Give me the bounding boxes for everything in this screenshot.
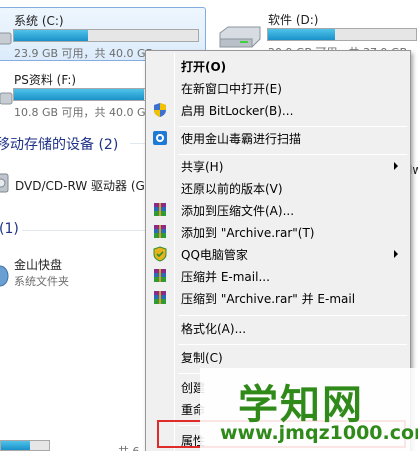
menu-item-share[interactable]: 共享(H) <box>148 155 408 177</box>
menu-separator <box>178 344 407 345</box>
hard-drive-icon <box>219 26 261 48</box>
winrar-icon <box>154 225 166 238</box>
drive-usage-fill <box>1 441 30 450</box>
menu-item-open-new-window[interactable]: 在新窗口中打开(E) <box>148 77 408 99</box>
menu-item-compress-email[interactable]: 压缩并 E-mail... <box>148 265 408 287</box>
menu-item-label: 打开(O) <box>181 60 227 74</box>
menu-item-label: 启用 BitLocker(B)... <box>181 104 294 118</box>
drive-usage-fill <box>268 29 335 40</box>
menu-item-label: 压缩到 "Archive.rar" 并 E-mail <box>181 292 356 306</box>
submenu-arrow-icon <box>394 162 398 170</box>
drive-usage-bar <box>0 440 50 451</box>
menu-item-label: 复制(C) <box>181 351 223 365</box>
menu-item-duba-scan[interactable]: 使用金山毒霸进行扫描 <box>148 127 408 149</box>
cloud-folder-icon <box>0 265 9 287</box>
drive-space: 10.8 GB 可用，共 40.0 GB <box>14 106 154 119</box>
menu-item-open[interactable]: 打开(O) <box>148 55 408 77</box>
drive-usage-bar <box>13 29 199 42</box>
section-heading-removable[interactable]: 移动存储的设备 (2) <box>0 134 118 154</box>
shield-icon <box>154 103 166 117</box>
duba-icon <box>153 131 167 145</box>
menu-item-qq-guard[interactable]: QQ电脑管家 <box>148 243 408 265</box>
menu-item-label: 共享(H) <box>181 160 224 174</box>
menu-item-label: QQ电脑管家 <box>181 248 248 262</box>
dvd-drive-label[interactable]: DVD/CD-RW 驱动器 (G <box>15 177 145 194</box>
drive-usage-fill <box>14 30 88 41</box>
section-heading-other[interactable]: (1) <box>0 221 19 237</box>
section-divider <box>22 230 146 231</box>
menu-item-bitlocker[interactable]: 启用 BitLocker(B)... <box>148 99 408 121</box>
menu-item-copy[interactable]: 复制(C) <box>148 346 408 368</box>
menu-item-label: 在新窗口中打开(E) <box>181 82 282 96</box>
menu-item-label: 还原以前的版本(V) <box>181 182 283 196</box>
dvd-drive-icon <box>0 173 9 193</box>
drive-usage-bar <box>267 28 417 41</box>
winrar-icon <box>154 291 166 304</box>
watermark-url: www.jmqz1000.com <box>220 422 418 444</box>
menu-item-label: 添加到压缩文件(A)... <box>181 204 295 218</box>
menu-item-label: 压缩并 E-mail... <box>181 270 270 284</box>
menu-item-label: 格式化(A)... <box>181 322 247 336</box>
submenu-arrow-icon <box>394 250 398 258</box>
drive-space: 23.9 GB 可用，共 40.0 GB <box>14 47 154 60</box>
menu-item-label: 使用金山毒霸进行扫描 <box>181 132 302 146</box>
qq-guard-icon <box>153 246 167 262</box>
menu-item-restore-versions[interactable]: 还原以前的版本(V) <box>148 177 408 199</box>
drive-space-partial: 共 6 <box>118 443 140 451</box>
watermark: 学知网 www.jmqz1000.com <box>200 368 418 451</box>
menu-item-add-to-archive-rar[interactable]: 添加到 "Archive.rar"(T) <box>148 221 408 243</box>
jinshan-kuaipan-desc: 系统文件夹 <box>14 275 69 288</box>
drive-label: 软件 (D:) <box>268 13 319 27</box>
drive-usage-fill <box>14 89 144 100</box>
menu-item-format[interactable]: 格式化(A)... <box>148 317 408 339</box>
section-divider <box>130 143 146 144</box>
winrar-icon <box>154 203 166 216</box>
menu-item-compress-rar-email[interactable]: 压缩到 "Archive.rar" 并 E-mail <box>148 287 408 309</box>
menu-separator <box>178 315 407 316</box>
jinshan-kuaipan-label[interactable]: 金山快盘 <box>14 256 62 273</box>
drive-label: 系统 (C:) <box>14 14 64 28</box>
drive-label: PS资料 (F:) <box>14 73 77 87</box>
winrar-icon <box>154 269 166 282</box>
menu-item-label: 添加到 "Archive.rar"(T) <box>181 226 315 240</box>
menu-item-add-to-archive[interactable]: 添加到压缩文件(A)... <box>148 199 408 221</box>
